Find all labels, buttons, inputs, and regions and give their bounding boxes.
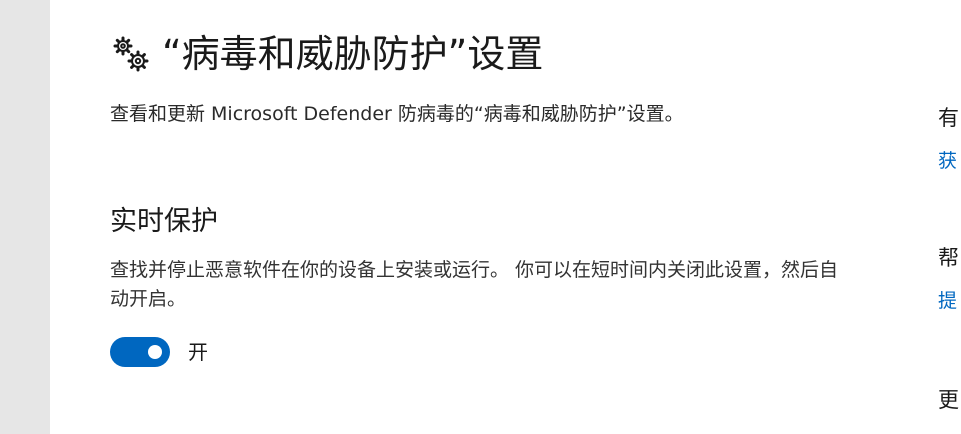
page-subtitle: 查看和更新 Microsoft Defender 防病毒的“病毒和威胁防护”设置…	[110, 103, 684, 125]
right-heading-3: 更	[938, 388, 959, 412]
right-heading-2: 帮	[938, 246, 959, 270]
realtime-toggle-row: 开	[110, 337, 208, 367]
right-side-panel: 有 获 帮 提 更	[938, 0, 961, 434]
main-content: “病毒和威胁防护”设置 查看和更新 Microsoft Defender 防病毒…	[50, 0, 920, 434]
gears-icon	[110, 34, 150, 74]
right-link-1[interactable]: 获	[938, 147, 957, 175]
toggle-knob	[148, 345, 162, 359]
page-title: “病毒和威胁防护”设置	[162, 32, 544, 76]
toggle-state-label: 开	[188, 340, 208, 364]
title-row: “病毒和威胁防护”设置	[110, 28, 543, 80]
right-heading-1: 有	[938, 106, 959, 130]
settings-window: “病毒和威胁防护”设置 查看和更新 Microsoft Defender 防病毒…	[0, 0, 961, 434]
realtime-protection-description: 查找并停止恶意软件在你的设备上安装或运行。 你可以在短时间内关闭此设置，然后自动…	[110, 259, 839, 310]
realtime-protection-toggle[interactable]	[110, 337, 170, 367]
left-nav-strip	[0, 0, 50, 434]
right-link-2[interactable]: 提	[938, 287, 957, 315]
realtime-protection-title: 实时保护	[110, 206, 218, 237]
